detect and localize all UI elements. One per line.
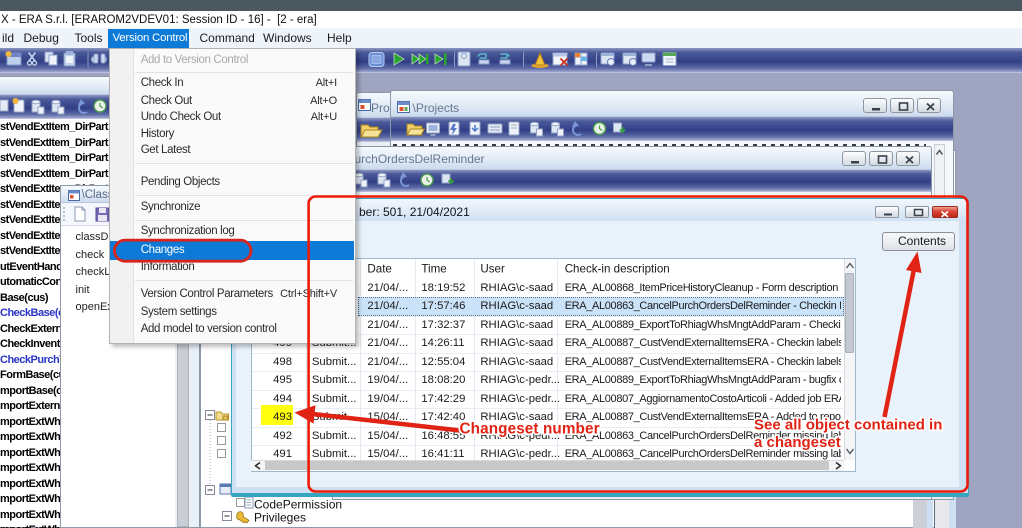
svg-text:Changeset number: Changeset number <box>460 421 600 438</box>
svg-text:a changeset: a changeset <box>754 434 841 451</box>
svg-text:See all object contained in: See all object contained in <box>754 417 942 434</box>
